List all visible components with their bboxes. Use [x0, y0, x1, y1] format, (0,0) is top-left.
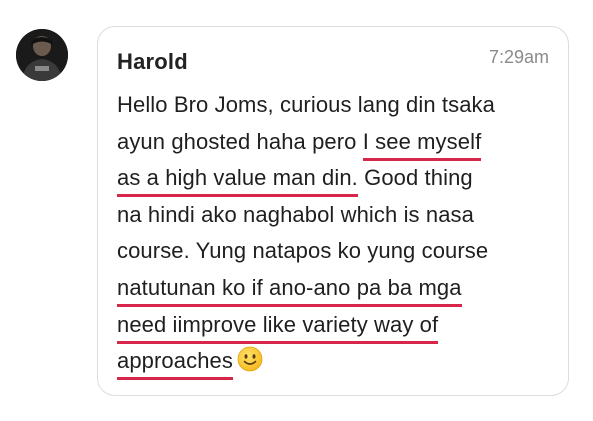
avatar-photo: [16, 29, 68, 81]
highlighted-text: need iimprove like variety way of: [117, 311, 439, 344]
comment-text: Hello Bro Joms, curious lang din tsaka a…: [117, 87, 557, 381]
highlighted-text: as a high value man din.: [117, 165, 358, 198]
comment-line: course. Yung natapos ko yung course: [117, 233, 557, 270]
highlighted-text: I see myself: [362, 128, 482, 161]
highlighted-text: approaches: [117, 348, 233, 381]
plain-text: Hello Bro Joms, curious lang din tsaka: [117, 92, 495, 117]
avatar[interactable]: [16, 29, 68, 81]
comment-line: approaches: [117, 343, 557, 381]
comment-line: need iimprove like variety way of: [117, 307, 557, 344]
comment-line: na hindi ako naghabol which is nasa: [117, 197, 557, 234]
plain-text: Good thing: [357, 165, 473, 191]
timestamp: 7:29am: [488, 47, 549, 67]
comment-card: Harold 7:29am Hello Bro Joms, curious la…: [97, 26, 569, 396]
comment-line: natutunan ko if ano-ano pa ba mga: [117, 270, 557, 307]
comment-line: ayun ghosted haha pero I see myself: [117, 124, 557, 161]
plain-text: ayun ghosted haha pero: [117, 128, 363, 154]
comment-line: as a high value man din. Good thing: [117, 160, 557, 198]
plain-text: na hindi ako naghabol which is nasa: [117, 201, 474, 227]
slightly-smiling-face-icon: [237, 346, 263, 372]
highlighted-text: natutunan ko if ano-ano pa ba mga: [117, 274, 462, 307]
comment-line: Hello Bro Joms, curious lang din tsaka: [117, 87, 557, 124]
plain-text: course. Yung natapos ko yung course: [117, 238, 489, 264]
comment-screenshot: Harold 7:29am Hello Bro Joms, curious la…: [0, 0, 593, 421]
author-name[interactable]: Harold: [117, 49, 188, 75]
